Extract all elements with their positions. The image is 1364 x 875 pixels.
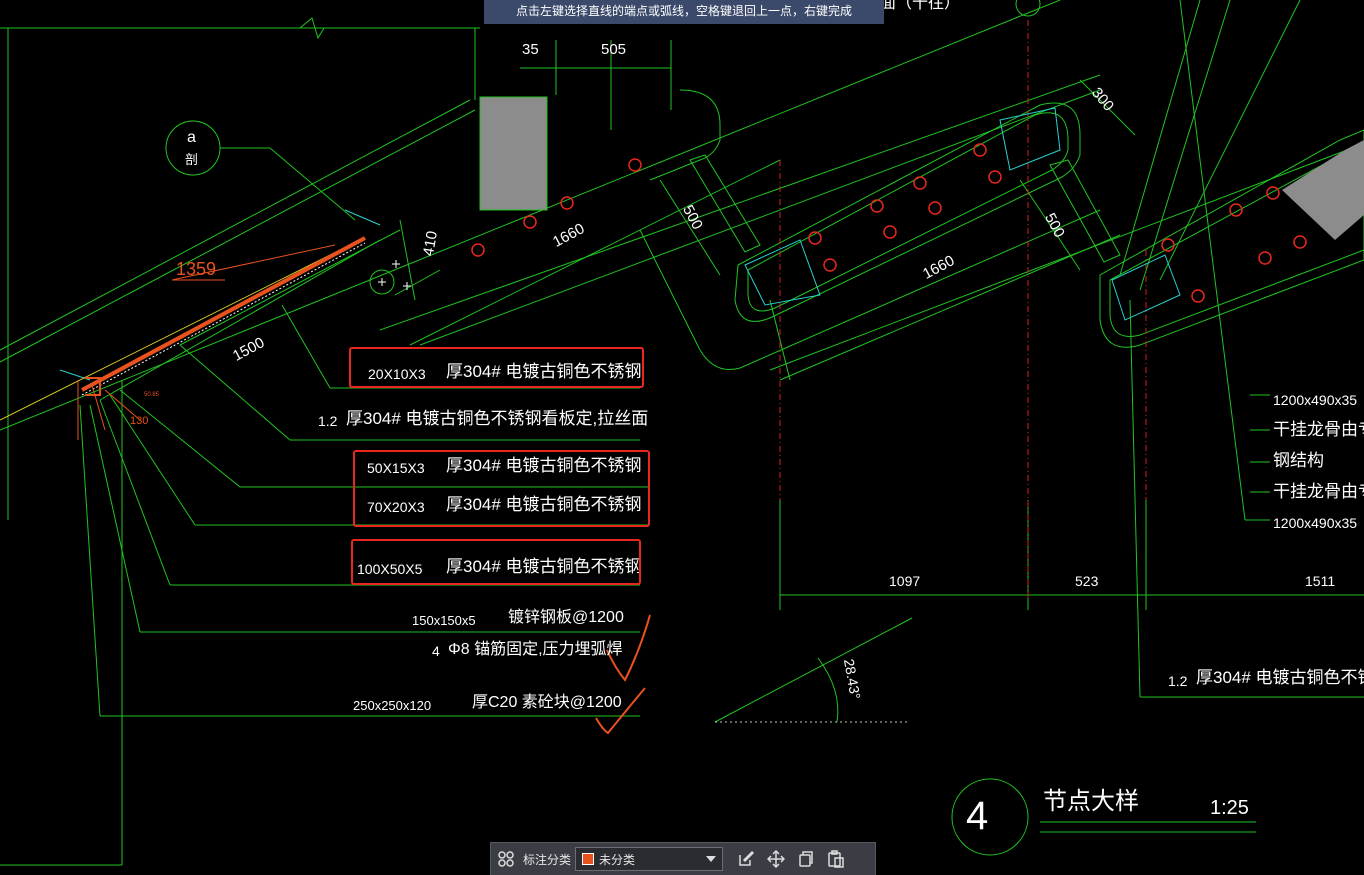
partial-title: 面（十往） [880, 0, 961, 12]
dim-1097: 1097 [889, 573, 921, 589]
category-swatch [582, 853, 595, 865]
highlight-box-2 [353, 450, 650, 527]
detail-sub: 剖 [185, 152, 199, 167]
highlight-box-3 [351, 539, 641, 585]
right-bottom-spec: 1.2 [1168, 673, 1188, 689]
copy-icon[interactable] [791, 844, 821, 874]
chevron-down-icon [706, 856, 717, 862]
dim-1511: 1511 [1305, 573, 1336, 589]
title-scale: 1:25 [1210, 797, 1249, 819]
edit-icon[interactable] [731, 844, 761, 874]
dim-35: 35 [522, 41, 539, 58]
annot-spec-8: 250x250x120 [353, 698, 432, 713]
cad-drawing-canvas[interactable] [0, 0, 1364, 875]
title-number: 4 [966, 794, 989, 838]
dim-1359: 1359 [176, 259, 217, 279]
small-label-130: 130 [130, 415, 149, 427]
category-label: 标注分类 [523, 852, 572, 867]
annot-text-2: 厚304# 电镀古铜色不锈钢看板定,拉丝面 [346, 409, 649, 428]
detail-mark: a [187, 129, 196, 146]
annot-spec-7: 4 [432, 643, 440, 659]
right-annot-5: 1200x490x35 [1273, 515, 1358, 531]
right-annot-3: 钢结构 [1273, 451, 1324, 470]
small-label-5085: 50.85 [144, 392, 160, 398]
move-icon[interactable] [761, 844, 791, 874]
annot-spec-6: 150x150x5 [412, 613, 476, 628]
annotation-toolbar: 标注分类 未分类 [490, 842, 876, 875]
right-annot-4: 干挂龙骨由专 [1273, 482, 1364, 501]
annot-text-6: 镀锌钢板@1200 [508, 609, 624, 626]
title-text: 节点大样 [1043, 788, 1139, 815]
dim-505: 505 [601, 41, 627, 58]
annot-text-8: 厚C20 素砼块@1200 [472, 694, 622, 711]
command-prompt: 点击左键选择直线的端点或弧线，空格键退回上一点，右键完成 [484, 0, 884, 24]
paste-icon[interactable] [821, 844, 851, 874]
annot-text-7: Φ8 锚筋固定,压力埋弧焊 [448, 641, 623, 658]
right-annot-2: 干挂龙骨由专 [1273, 420, 1364, 439]
dim-410: 410 [419, 229, 442, 258]
grid-icon[interactable] [491, 844, 521, 874]
highlight-box-1 [349, 347, 644, 388]
right-annot-1: 1200x490x35 [1273, 392, 1358, 408]
category-value: 未分类 [599, 852, 636, 867]
right-bottom-text: 厚304# 电镀古铜色不锈 [1196, 668, 1364, 687]
annot-spec-2: 1.2 [318, 413, 338, 429]
category-select[interactable]: 未分类 [575, 847, 724, 871]
dim-523: 523 [1075, 573, 1099, 589]
